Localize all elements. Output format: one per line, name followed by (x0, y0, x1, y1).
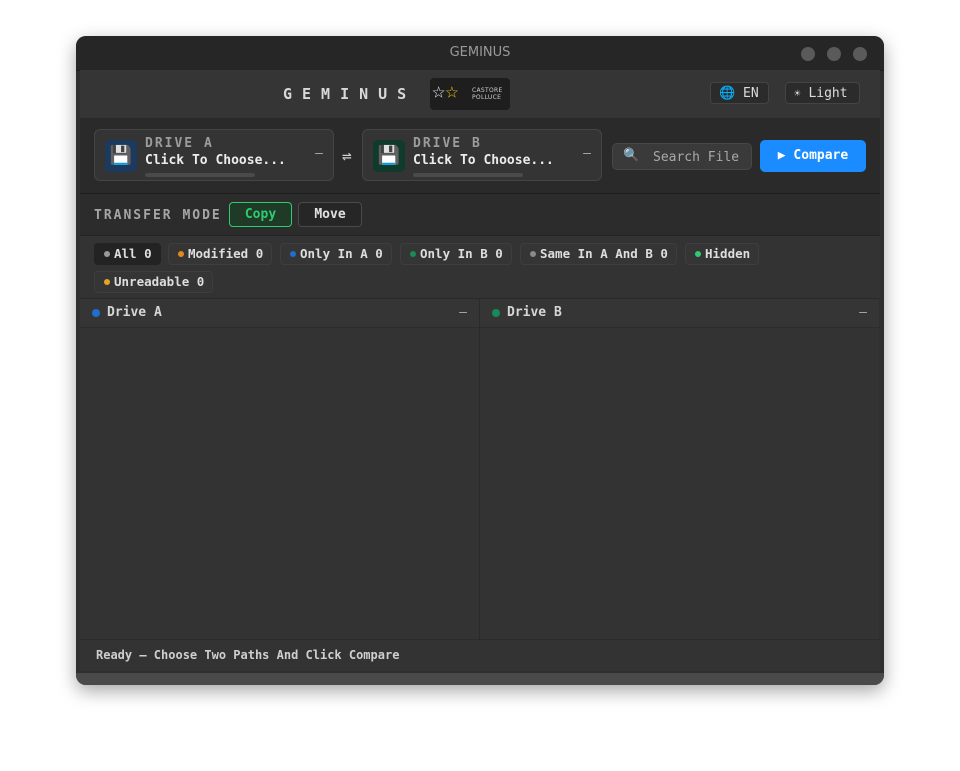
drive-a-usage-bar (145, 173, 255, 177)
filter-dot (530, 251, 536, 257)
close-window-button[interactable] (853, 47, 867, 61)
theme-toggle-button[interactable]: ☀ Light (785, 82, 860, 104)
logo-text-line2: POLLUCE (472, 94, 502, 101)
mode-move-button[interactable]: Move (298, 202, 362, 227)
drive-b-path: Click To Choose... (413, 153, 554, 168)
filter-only-in-b-label: Only In B 0 (420, 246, 503, 261)
language-label: EN (743, 86, 759, 101)
drive-b-collapse-button[interactable]: — (859, 305, 867, 320)
drive-b-label: DRIVE B (413, 136, 482, 151)
comparison-panels: Drive A — Drive B — (80, 299, 880, 639)
transfer-mode-bar: TRANSFER MODE Copy Move (80, 194, 880, 236)
search-box: 🔍 (612, 143, 752, 170)
maximize-window-button[interactable] (827, 47, 841, 61)
drive-a-path: Click To Choose... (145, 153, 286, 168)
window-bottom-edge (76, 673, 884, 685)
twin-stars-icon: ☆☆ (432, 79, 459, 104)
floppy-disk-icon: 💾 (105, 140, 137, 172)
filter-same[interactable]: Same In A And B 0 (520, 243, 677, 265)
filter-bar: All 0 Modified 0 Only In A 0 Only In B 0… (80, 236, 880, 299)
transfer-mode-label: TRANSFER MODE (94, 208, 222, 223)
drive-b-picker[interactable]: 💾 DRIVE B Click To Choose... — (362, 129, 602, 181)
app-window: GEMINUS GEMINUS ☆☆ CASTORE POLLUCE 🌐 EN … (76, 36, 884, 685)
drive-a-panel-header: Drive A — (80, 299, 479, 328)
magnifier-icon: 🔍 (623, 148, 640, 163)
filter-dot (104, 251, 110, 257)
filter-modified[interactable]: Modified 0 (168, 243, 273, 265)
window-title: GEMINUS (449, 45, 511, 60)
filter-dot (104, 279, 110, 285)
drive-b-clear-button[interactable]: — (583, 146, 591, 161)
drive-a-label: DRIVE A (145, 136, 214, 151)
drive-a-picker[interactable]: 💾 DRIVE A Click To Choose... — (94, 129, 334, 181)
drive-selection-bar: 💾 DRIVE A Click To Choose... — ⇌ 💾 DRIVE… (80, 119, 880, 194)
filter-dot (410, 251, 416, 257)
app-body: GEMINUS ☆☆ CASTORE POLLUCE 🌐 EN ☀ Light … (80, 70, 880, 673)
status-bar: Ready — Choose Two Paths And Click Compa… (80, 639, 880, 671)
language-button[interactable]: 🌐 EN (710, 82, 769, 104)
drive-b-panel: Drive B — (480, 299, 879, 639)
filter-all-label: All 0 (114, 246, 152, 261)
filter-hidden[interactable]: Hidden (685, 243, 760, 265)
filter-hidden-label: Hidden (705, 246, 751, 261)
filter-unreadable-label: Unreadable 0 (114, 274, 205, 289)
filter-all[interactable]: All 0 (94, 243, 161, 265)
title-bar: GEMINUS (76, 36, 884, 71)
drive-a-panel: Drive A — (80, 299, 479, 639)
globe-icon: 🌐 (719, 86, 736, 101)
drive-a-dot (92, 309, 100, 317)
filter-same-label: Same In A And B 0 (540, 246, 668, 261)
filter-modified-label: Modified 0 (188, 246, 264, 261)
compare-button[interactable]: ▶ Compare (760, 140, 866, 172)
drive-b-panel-title: Drive B (507, 305, 562, 320)
app-header: GEMINUS ☆☆ CASTORE POLLUCE 🌐 EN ☀ Light (80, 70, 880, 119)
filter-only-in-b[interactable]: Only In B 0 (400, 243, 512, 265)
minimize-window-button[interactable] (801, 47, 815, 61)
filter-only-in-a-label: Only In A 0 (300, 246, 383, 261)
filter-dot (290, 251, 296, 257)
search-input[interactable] (653, 147, 749, 167)
filter-only-in-a[interactable]: Only In A 0 (280, 243, 392, 265)
theme-label: Light (808, 86, 848, 101)
drive-a-panel-title: Drive A (107, 305, 162, 320)
drive-b-usage-bar (413, 173, 523, 177)
mode-copy-button[interactable]: Copy (229, 202, 292, 227)
swap-arrows-icon[interactable]: ⇌ (342, 146, 352, 165)
floppy-disk-icon: 💾 (373, 140, 405, 172)
status-text: Ready — Choose Two Paths And Click Compa… (96, 648, 400, 662)
drive-a-collapse-button[interactable]: — (459, 305, 467, 320)
sun-icon: ☀ (794, 87, 801, 100)
brand-title: GEMINUS (283, 85, 417, 103)
drive-a-clear-button[interactable]: — (315, 146, 323, 161)
drive-b-dot (492, 309, 500, 317)
logo-text-line1: CASTORE (472, 87, 503, 94)
filter-dot (178, 251, 184, 257)
filter-dot (695, 251, 701, 257)
castore-polluce-logo: ☆☆ CASTORE POLLUCE (430, 78, 510, 110)
drive-b-panel-header: Drive B — (480, 299, 879, 328)
filter-unreadable[interactable]: Unreadable 0 (94, 271, 214, 293)
